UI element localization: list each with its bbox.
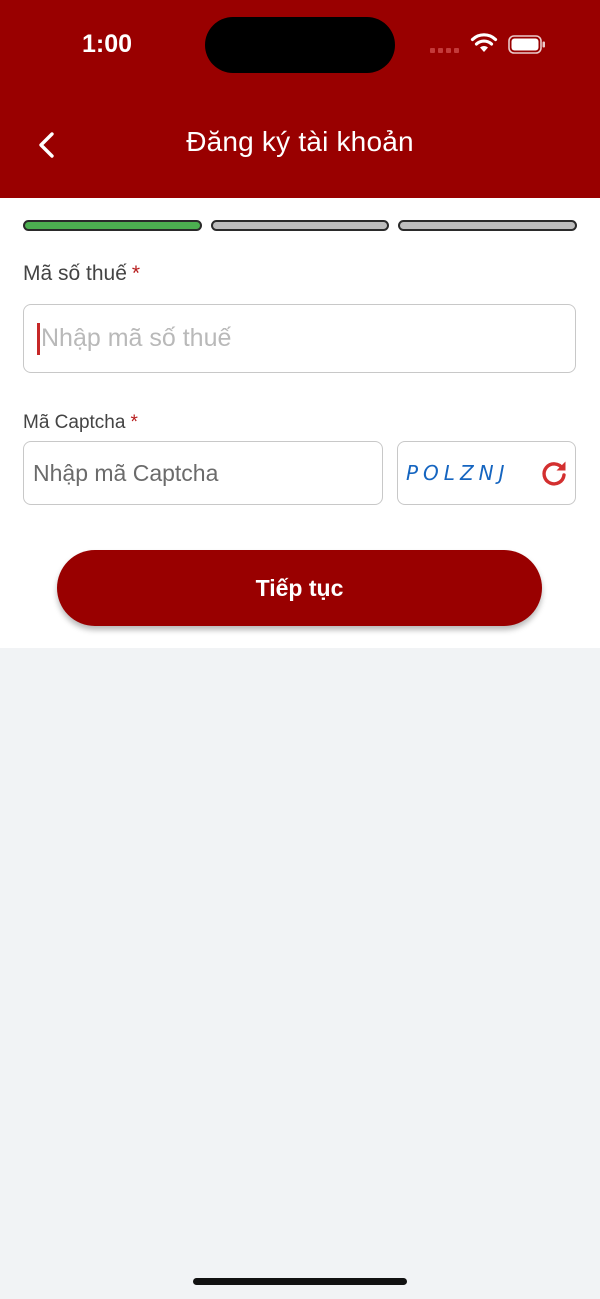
battery-icon: [508, 35, 545, 54]
required-marker: *: [130, 412, 138, 433]
progress-step-2: [210, 220, 390, 231]
tax-code-placeholder: Nhập mã số thuế: [41, 324, 232, 352]
refresh-icon[interactable]: [539, 458, 569, 488]
captcha-placeholder: Nhập mã Captcha: [33, 459, 219, 486]
registration-form: Mã số thuế * Nhập mã số thuế Mã Captcha * …: [0, 198, 600, 648]
progress-step-1: [23, 220, 202, 231]
app-header: 1:00 Đăng ký tài khoản: [0, 0, 600, 198]
page-title: Đăng ký tài khoản: [186, 126, 414, 157]
progress-step-3: [398, 220, 578, 231]
captcha-code: POLZNJ: [406, 461, 510, 485]
tax-code-input[interactable]: Nhập mã số thuế: [23, 304, 576, 373]
tax-code-label: Mã số thuế *: [23, 262, 140, 286]
captcha-label: Mã Captcha *: [23, 412, 138, 434]
captcha-label-text: Mã Captcha: [23, 412, 126, 433]
home-indicator: [193, 1278, 407, 1285]
register-screen: 1:00 Đăng ký tài khoản Mã số thuế * Nhập…: [0, 0, 600, 1299]
dynamic-island: [205, 17, 395, 73]
step-progress: [23, 220, 578, 232]
continue-button[interactable]: Tiếp tục: [57, 550, 542, 626]
required-marker: *: [131, 262, 141, 285]
tax-code-label-text: Mã số thuế: [23, 262, 127, 285]
cellular-signal-icon: [430, 48, 462, 54]
captcha-display: POLZNJ: [397, 441, 576, 505]
text-cursor: [37, 322, 40, 355]
wifi-icon: [470, 33, 498, 52]
captcha-input[interactable]: Nhập mã Captcha: [23, 441, 383, 505]
status-time: 1:00: [82, 30, 133, 58]
